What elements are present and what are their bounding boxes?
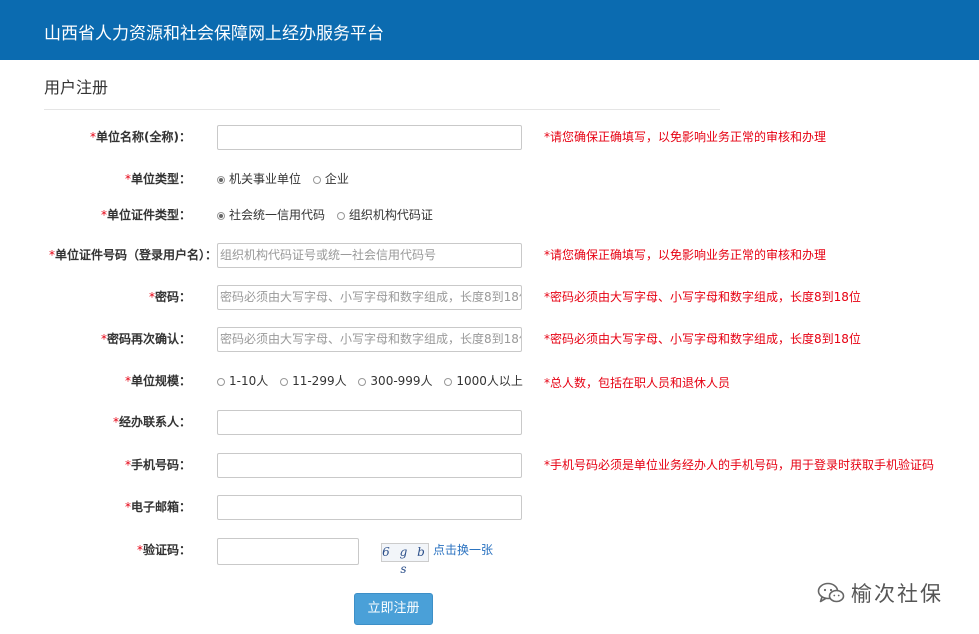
unit-scale-label: *单位规模： (124, 374, 191, 388)
page-title: 用户注册 (44, 78, 109, 97)
password-confirm-row: *密码再次确认： 密码必须由大写字母、小写字母和数字组成，长度8到18位 *密码… (0, 324, 979, 354)
cert-type-option-credit-code[interactable]: 社会统一信用代码 (217, 200, 325, 230)
radio-selected-icon (217, 176, 225, 184)
unit-scale-row: *单位规模： 1-10人 11-299人 300-999人 1000人以上 *总… (0, 366, 979, 396)
unit-type-row: *单位类型： 机关事业单位 企业 (0, 164, 979, 194)
email-label: *电子邮箱： (124, 500, 191, 514)
wechat-icon (817, 582, 845, 608)
radio-icon (336, 212, 345, 220)
unit-scale-radio-group: 1-10人 11-299人 300-999人 1000人以上 (217, 366, 531, 396)
unit-name-hint: *请您确保正确填写，以免影响业务正常的审核和办理 (544, 130, 827, 144)
cert-type-label: *单位证件类型： (100, 208, 191, 222)
unit-type-option-enterprise[interactable]: 企业 (312, 164, 349, 194)
phone-hint: *手机号码必须是单位业务经办人的手机号码，用于登录时获取手机验证码 (544, 458, 935, 472)
captcha-refresh-link[interactable]: 点击换一张 (433, 535, 493, 565)
contact-label: *经办联系人： (112, 415, 191, 429)
radio-icon (358, 378, 367, 386)
password-label: *密码： (148, 290, 191, 304)
password-confirm-hint: *密码必须由大写字母、小写字母和数字组成，长度8到18位 (544, 332, 861, 346)
password-input[interactable]: 密码必须由大写字母、小写字母和数字组成，长度8到18位 (217, 285, 522, 310)
phone-input[interactable] (217, 453, 522, 478)
cert-type-radio-group: 社会统一信用代码 组织机构代码证 (217, 200, 441, 230)
unit-name-label: *单位名称(全称)： (90, 130, 191, 144)
password-confirm-label: *密码再次确认： (100, 332, 191, 346)
radio-icon (312, 176, 321, 184)
captcha-label: *验证码： (136, 543, 191, 557)
cert-number-hint: *请您确保正确填写，以免影响业务正常的审核和办理 (544, 248, 827, 262)
title-divider (44, 109, 720, 110)
site-header: 山西省人力资源和社会保障网上经办服务平台 (0, 0, 979, 60)
unit-scale-option-1-10[interactable]: 1-10人 (217, 366, 268, 396)
contact-row: *经办联系人： (0, 407, 979, 437)
phone-row: *手机号码： *手机号码必须是单位业务经办人的手机号码，用于登录时获取手机验证码 (0, 450, 979, 480)
cert-type-row: *单位证件类型： 社会统一信用代码 组织机构代码证 (0, 200, 979, 230)
password-confirm-input[interactable]: 密码必须由大写字母、小写字母和数字组成，长度8到18位 (217, 327, 522, 352)
password-row: *密码： 密码必须由大写字母、小写字母和数字组成，长度8到18位 *密码必须由大… (0, 282, 979, 312)
unit-scale-option-11-299[interactable]: 11-299人 (280, 366, 347, 396)
captcha-input[interactable] (217, 538, 359, 565)
cert-number-row: *单位证件号码（登录用户名）： 组织机构代码证号或统一社会信用代码号 *请您确保… (0, 240, 979, 270)
unit-scale-option-300-999[interactable]: 300-999人 (358, 366, 433, 396)
unit-type-radio-group: 机关事业单位 企业 (217, 164, 357, 194)
radio-icon (280, 378, 289, 386)
phone-label: *手机号码： (124, 458, 191, 472)
email-input[interactable] (217, 495, 522, 520)
unit-type-label: *单位类型： (124, 172, 191, 186)
radio-icon (444, 378, 453, 386)
unit-name-input[interactable] (217, 125, 522, 150)
register-button[interactable]: 立即注册 (354, 593, 433, 625)
captcha-image[interactable]: 6 g b s (381, 543, 429, 576)
password-hint: *密码必须由大写字母、小写字母和数字组成，长度8到18位 (544, 290, 861, 304)
unit-scale-option-1000-plus[interactable]: 1000人以上 (444, 366, 523, 396)
contact-input[interactable] (217, 410, 522, 435)
watermark-text: 榆次社保 (851, 582, 943, 606)
radio-icon (217, 378, 225, 386)
radio-selected-icon (217, 212, 225, 220)
unit-name-row: *单位名称(全称)： *请您确保正确填写，以免影响业务正常的审核和办理 (0, 122, 979, 152)
unit-scale-hint: *总人数，包括在职人员和退休人员 (544, 376, 731, 390)
email-row: *电子邮箱： (0, 492, 979, 522)
cert-type-option-org-code[interactable]: 组织机构代码证 (336, 200, 433, 230)
cert-number-input[interactable]: 组织机构代码证号或统一社会信用代码号 (217, 243, 522, 268)
site-title: 山西省人力资源和社会保障网上经办服务平台 (44, 24, 384, 44)
unit-type-option-government[interactable]: 机关事业单位 (217, 164, 301, 194)
cert-number-label: *单位证件号码（登录用户名）： (48, 248, 217, 262)
captcha-row: *验证码： 6 g b s 点击换一张 (0, 535, 979, 576)
